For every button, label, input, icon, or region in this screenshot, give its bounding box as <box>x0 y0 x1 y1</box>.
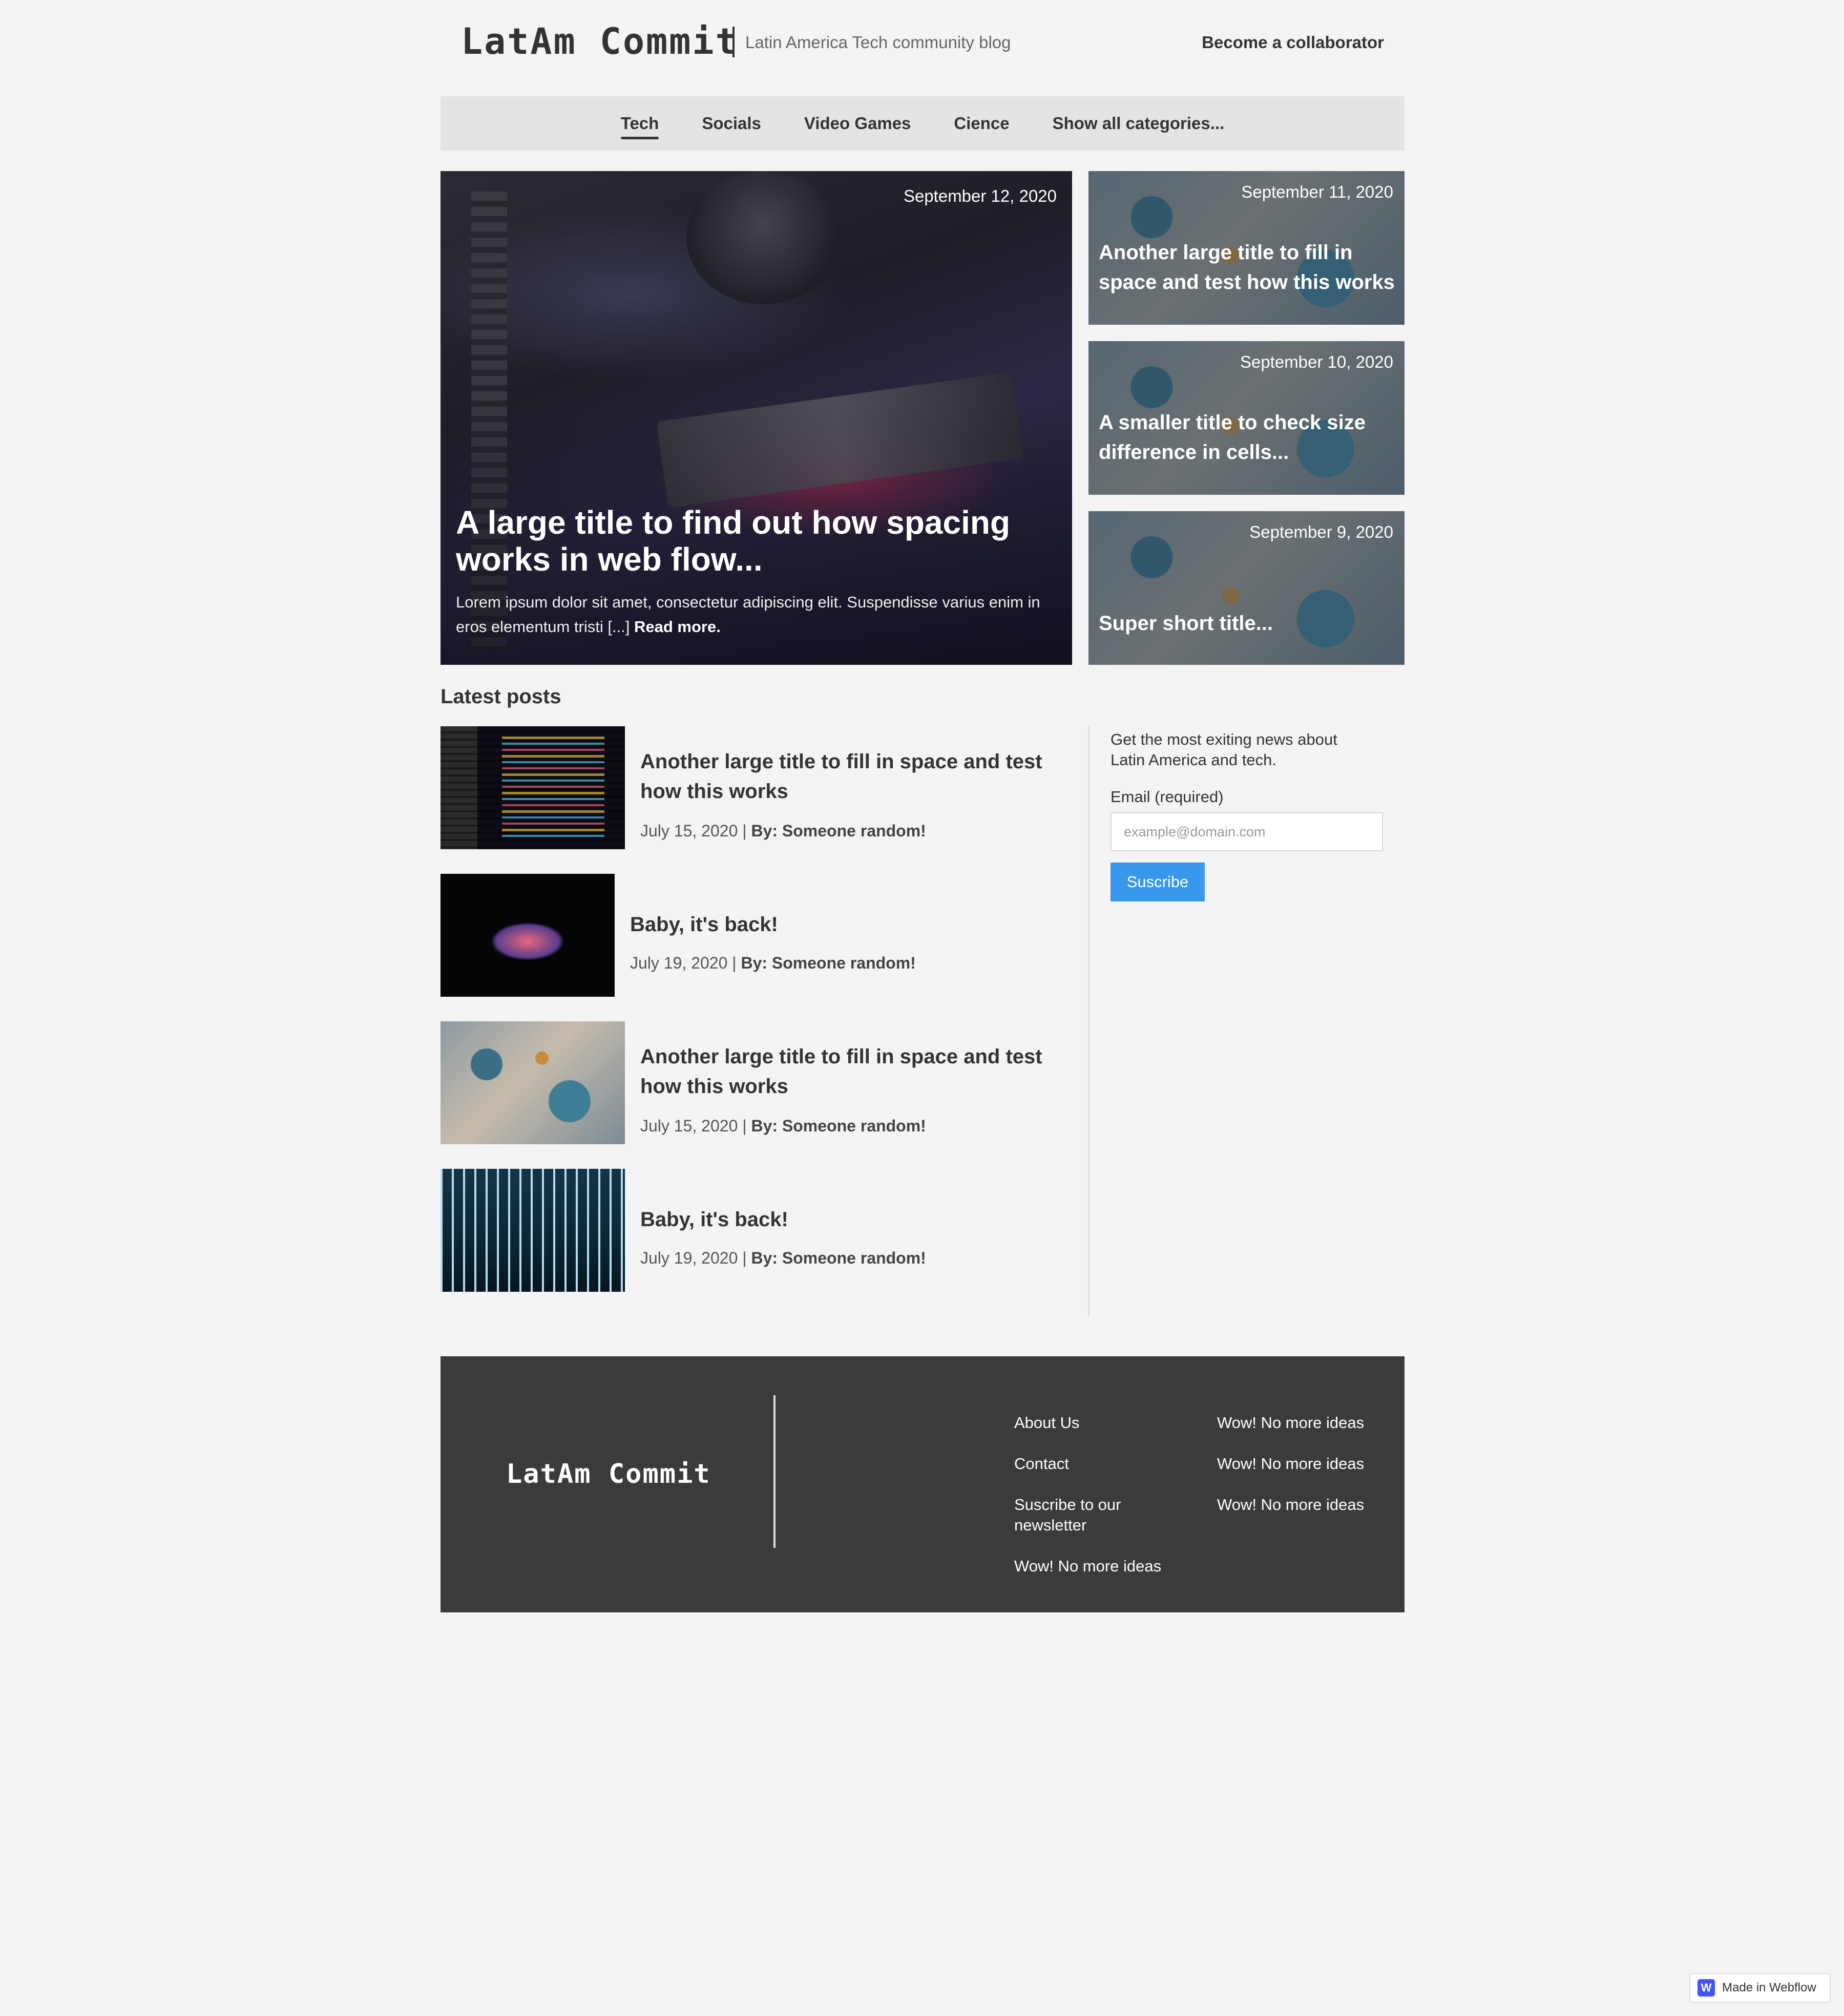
made-in-webflow-badge[interactable]: W Made in Webflow <box>1689 1973 1831 2003</box>
hero-post-card[interactable]: September 12, 2020 A large title to find… <box>441 171 1072 665</box>
hero-title[interactable]: A large title to find out how spacing wo… <box>456 504 1019 578</box>
side-post-date: September 10, 2020 <box>1240 352 1393 371</box>
post-author: By: Someone random! <box>751 1117 926 1135</box>
nav-item-show-all[interactable]: Show all categories... <box>1053 114 1225 133</box>
nav-item-video-games[interactable]: Video Games <box>804 114 911 133</box>
footer-link-about[interactable]: About Us <box>1014 1413 1168 1433</box>
hero-date: September 12, 2020 <box>903 186 1057 205</box>
hero-excerpt-text: Lorem ipsum dolor sit amet, consectetur … <box>456 593 1040 636</box>
nav-item-cience[interactable]: Cience <box>954 114 1009 133</box>
post-author: By: Someone random! <box>751 1249 926 1267</box>
badge-text: Made in Webflow <box>1722 1981 1816 1994</box>
side-post-card[interactable]: September 11, 2020 Another large title t… <box>1088 171 1405 325</box>
footer-link-misc[interactable]: Wow! No more ideas <box>1217 1495 1391 1515</box>
list-item[interactable]: Another large title to fill in space and… <box>441 1021 1072 1144</box>
email-field[interactable]: example@domain.com <box>1110 812 1383 851</box>
nav-item-socials[interactable]: Socials <box>702 114 761 133</box>
latest-posts-section: Latest posts Another large title to fill… <box>441 685 1405 1320</box>
post-meta: July 15, 2020 | By: Someone random! <box>640 822 926 841</box>
site-header: LatAm Commit Latin America Tech communit… <box>441 0 1405 96</box>
post-meta: July 19, 2020 | By: Someone random! <box>630 954 916 973</box>
category-nav: Tech Socials Video Games Cience Show all… <box>441 96 1405 151</box>
list-item[interactable]: Another large title to fill in space and… <box>441 726 1072 849</box>
side-post-date: September 9, 2020 <box>1249 522 1393 541</box>
post-thumbnail[interactable] <box>441 726 625 849</box>
side-post-card[interactable]: September 10, 2020 A smaller title to ch… <box>1088 341 1405 495</box>
footer-link-misc[interactable]: Wow! No more ideas <box>1217 1454 1391 1474</box>
site-logo[interactable]: LatAm Commit <box>461 20 739 62</box>
nav-item-tech[interactable]: Tech <box>620 114 659 139</box>
site-tagline: Latin America Tech community blog <box>745 33 1011 52</box>
read-more-link[interactable]: Read more. <box>634 618 721 636</box>
footer-logo[interactable]: LatAm Commit <box>506 1459 711 1489</box>
footer-link-misc[interactable]: Wow! No more ideas <box>1014 1556 1168 1577</box>
post-date: July 15, 2020 | <box>640 822 747 840</box>
post-date: July 15, 2020 | <box>640 1117 747 1135</box>
post-thumbnail[interactable] <box>441 874 615 997</box>
list-item[interactable]: Baby, it's back! July 19, 2020 | By: Som… <box>441 874 1072 997</box>
newsletter-blurb: Get the most exiting news about Latin Am… <box>1110 730 1337 769</box>
footer-link-newsletter[interactable]: Suscribe to our newsletter <box>1014 1495 1168 1536</box>
side-post-date: September 11, 2020 <box>1241 182 1393 201</box>
site-footer: LatAm Commit About Us Contact Suscribe t… <box>441 1356 1405 1612</box>
become-collaborator-link[interactable]: Become a collaborator <box>1202 33 1384 52</box>
post-title[interactable]: Baby, it's back! <box>640 1205 1081 1234</box>
post-author: By: Someone random! <box>741 954 916 972</box>
post-date: July 19, 2020 | <box>630 954 737 972</box>
post-meta: July 15, 2020 | By: Someone random! <box>640 1117 926 1136</box>
side-post-card[interactable]: September 9, 2020 Super short title... <box>1088 511 1405 665</box>
footer-links-col-2: Wow! No more ideas Wow! No more ideas Wo… <box>1217 1413 1391 1536</box>
footer-link-misc[interactable]: Wow! No more ideas <box>1217 1413 1391 1433</box>
side-post-title[interactable]: Super short title... <box>1099 608 1396 638</box>
email-label: Email (required) <box>1110 788 1224 806</box>
post-title[interactable]: Baby, it's back! <box>630 910 1071 939</box>
side-post-title[interactable]: Another large title to fill in space and… <box>1099 238 1396 297</box>
newsletter-form: Get the most exiting news about Latin Am… <box>1110 729 1397 901</box>
subscribe-button[interactable]: Suscribe <box>1110 863 1205 901</box>
list-item[interactable]: Baby, it's back! July 19, 2020 | By: Som… <box>441 1169 1072 1292</box>
hero-excerpt: Lorem ipsum dolor sit amet, consectetur … <box>456 590 1055 639</box>
footer-links-col-1: About Us Contact Suscribe to our newslet… <box>1014 1413 1168 1597</box>
post-thumbnail[interactable] <box>441 1021 625 1144</box>
webflow-icon: W <box>1698 1979 1715 1997</box>
post-thumbnail[interactable] <box>441 1169 625 1292</box>
post-title[interactable]: Another large title to fill in space and… <box>640 747 1081 806</box>
post-title[interactable]: Another large title to fill in space and… <box>640 1042 1081 1101</box>
latest-posts-heading: Latest posts <box>441 685 561 708</box>
logo-divider <box>732 27 735 57</box>
post-author: By: Someone random! <box>751 822 926 840</box>
featured-section: September 12, 2020 A large title to find… <box>441 171 1405 665</box>
hero-image-fan <box>686 171 840 304</box>
post-meta: July 19, 2020 | By: Someone random! <box>640 1249 926 1268</box>
post-date: July 19, 2020 | <box>640 1249 747 1267</box>
sidebar-divider <box>1088 726 1089 1316</box>
footer-link-contact[interactable]: Contact <box>1014 1454 1168 1474</box>
footer-divider <box>773 1395 776 1548</box>
side-post-title[interactable]: A smaller title to check size difference… <box>1099 408 1396 467</box>
